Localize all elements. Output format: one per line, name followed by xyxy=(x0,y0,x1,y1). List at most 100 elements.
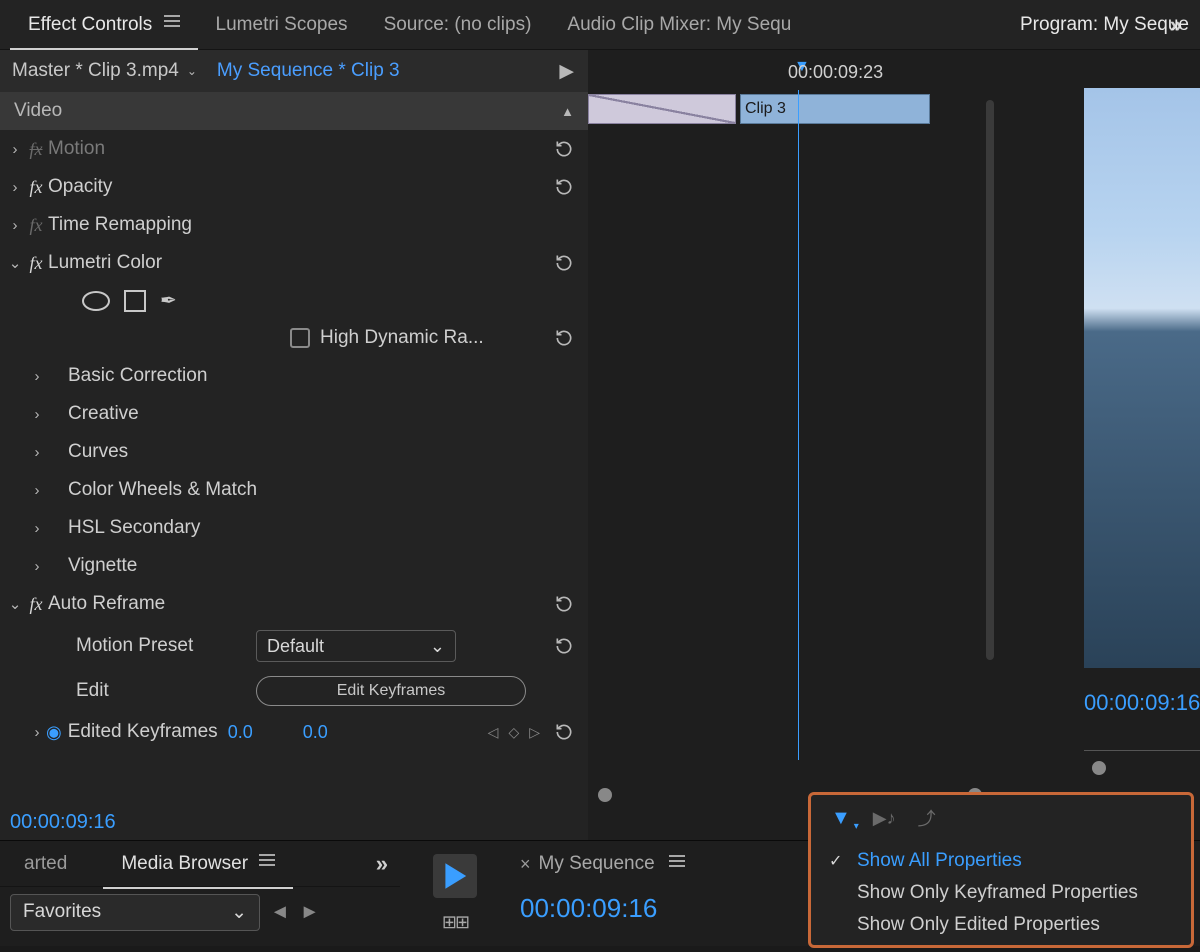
close-icon[interactable]: × xyxy=(520,854,531,875)
expand-icon[interactable]: › xyxy=(28,520,46,537)
stopwatch-icon[interactable]: ◉ xyxy=(46,722,62,743)
lower-tab-row: arted Media Browser » xyxy=(0,841,400,887)
tab-overflow-icon[interactable]: » xyxy=(376,851,388,877)
mask-pen-icon[interactable]: ✒ xyxy=(160,288,177,313)
tab-audio-mixer[interactable]: Audio Clip Mixer: My Sequ xyxy=(549,2,809,48)
clip-bar[interactable]: Clip 3 xyxy=(740,94,930,124)
lumetri-hsl-secondary[interactable]: › HSL Secondary xyxy=(0,509,588,547)
clip-bar-transition[interactable] xyxy=(588,94,736,124)
forward-icon[interactable]: ► xyxy=(300,901,320,924)
tab-program[interactable]: Program: My Seque xyxy=(1020,14,1189,36)
collapse-arrow-icon[interactable]: ▲ xyxy=(561,104,574,119)
reset-icon[interactable] xyxy=(554,139,574,159)
kf-value-x[interactable]: 0.0 xyxy=(228,722,253,743)
selection-tool[interactable] xyxy=(433,854,477,898)
fx-icon[interactable]: fx xyxy=(24,594,48,615)
tab-media-browser[interactable]: Media Browser xyxy=(103,839,293,889)
vertical-scrollbar[interactable] xyxy=(986,100,994,660)
expand-icon[interactable]: › xyxy=(6,217,24,234)
playhead-line[interactable] xyxy=(798,90,799,760)
reset-icon[interactable] xyxy=(554,594,574,614)
collapse-icon[interactable]: ⌄ xyxy=(6,254,24,272)
property-label: Time Remapping xyxy=(48,214,582,236)
checkbox-label: High Dynamic Ra... xyxy=(320,327,582,349)
collapse-icon[interactable]: ⌄ xyxy=(6,595,24,613)
chevron-down-icon[interactable]: ⌄ xyxy=(187,64,197,78)
fx-icon[interactable]: fx xyxy=(24,215,48,236)
motion-preset-row: Motion Preset Default ⌄ xyxy=(0,623,588,669)
video-section-header[interactable]: Video ▲ xyxy=(0,92,588,130)
property-label: Lumetri Color xyxy=(48,252,582,274)
expand-icon[interactable]: › xyxy=(28,482,46,499)
panel-menu-icon[interactable] xyxy=(164,14,180,35)
panel-timecode[interactable]: 00:00:09:16 xyxy=(0,805,588,840)
expand-icon[interactable]: › xyxy=(28,558,46,575)
expand-icon[interactable]: › xyxy=(6,141,24,158)
lumetri-color-wheels[interactable]: › Color Wheels & Match xyxy=(0,471,588,509)
expand-icon[interactable]: › xyxy=(28,444,46,461)
menu-show-edited-properties[interactable]: Show Only Edited Properties xyxy=(823,909,1179,941)
play-icon[interactable]: ▶ xyxy=(559,60,574,83)
kf-value-y[interactable]: 0.0 xyxy=(303,722,328,743)
tab-lumetri-scopes[interactable]: Lumetri Scopes xyxy=(198,2,366,48)
reset-icon[interactable] xyxy=(554,636,574,656)
property-auto-reframe[interactable]: ⌄ fx Auto Reframe xyxy=(0,585,588,623)
lumetri-curves[interactable]: › Curves xyxy=(0,433,588,471)
panel-menu-icon[interactable] xyxy=(669,852,685,876)
lumetri-creative[interactable]: › Creative xyxy=(0,395,588,433)
menu-show-keyframed-properties[interactable]: Show Only Keyframed Properties xyxy=(823,877,1179,909)
property-opacity[interactable]: › fx Opacity xyxy=(0,168,588,206)
hdr-checkbox-row[interactable]: High Dynamic Ra... xyxy=(0,319,588,357)
property-label: Opacity xyxy=(48,176,582,198)
fx-icon[interactable]: fx xyxy=(24,253,48,274)
add-keyframe-icon[interactable]: ◇ xyxy=(508,724,519,741)
reset-icon[interactable] xyxy=(554,328,574,348)
reset-icon[interactable] xyxy=(554,177,574,197)
sequence-panel: × My Sequence 00:00:09:16 xyxy=(510,841,800,946)
edited-keyframes-row[interactable]: › ◉ Edited Keyframes 0.0 0.0 ◁ ◇ ▷ xyxy=(0,713,588,751)
tab-source[interactable]: Source: (no clips) xyxy=(366,2,550,48)
expand-icon[interactable]: › xyxy=(28,724,46,741)
reset-icon[interactable] xyxy=(554,253,574,273)
panel-menu-icon[interactable] xyxy=(259,853,275,874)
program-ruler[interactable] xyxy=(1084,750,1200,770)
sequence-timecode[interactable]: 00:00:09:16 xyxy=(510,887,800,924)
prev-keyframe-icon[interactable]: ◁ xyxy=(488,724,499,741)
play-audio-icon[interactable]: ▶♪ xyxy=(873,808,896,829)
tab-effect-controls[interactable]: Effect Controls xyxy=(10,0,198,50)
lumetri-vignette[interactable]: › Vignette xyxy=(0,547,588,585)
chevron-down-icon: ⌄ xyxy=(430,636,445,657)
master-clip-label[interactable]: Master * Clip 3.mp4 xyxy=(12,60,179,82)
reset-icon[interactable] xyxy=(554,722,574,742)
menu-show-all-properties[interactable]: ✓ Show All Properties xyxy=(823,845,1179,877)
property-motion[interactable]: › fx Motion xyxy=(0,130,588,168)
property-lumetri-color[interactable]: ⌄ fx Lumetri Color xyxy=(0,244,588,282)
fx-icon[interactable]: fx xyxy=(24,177,48,198)
expand-icon[interactable]: › xyxy=(28,368,46,385)
fx-disabled-icon[interactable]: fx xyxy=(24,139,48,160)
mask-rect-icon[interactable] xyxy=(124,290,146,312)
mask-ellipse-icon[interactable] xyxy=(82,291,110,311)
lumetri-basic-correction[interactable]: › Basic Correction xyxy=(0,357,588,395)
back-icon[interactable]: ◄ xyxy=(270,901,290,924)
expand-icon[interactable]: › xyxy=(28,406,46,423)
export-icon[interactable]: ⤴ xyxy=(918,805,936,831)
next-keyframe-icon[interactable]: ▷ xyxy=(529,724,540,741)
sequence-clip-label[interactable]: My Sequence * Clip 3 xyxy=(217,60,400,82)
chevron-down-icon: ⌄ xyxy=(231,901,247,924)
track-insert-icon[interactable]: ⊞⊞ xyxy=(442,912,468,933)
section-label: Video xyxy=(14,100,62,122)
tab-getting-started[interactable]: arted xyxy=(6,841,85,887)
expand-icon[interactable]: › xyxy=(6,179,24,196)
motion-preset-select[interactable]: Default ⌄ xyxy=(256,630,456,662)
ruler-handle[interactable] xyxy=(1092,761,1106,775)
program-timecode[interactable]: 00:00:09:16 xyxy=(1084,690,1200,716)
property-time-remapping[interactable]: › fx Time Remapping xyxy=(0,206,588,244)
funnel-icon[interactable]: ▼ xyxy=(831,807,851,830)
tab-sequence[interactable]: My Sequence xyxy=(539,853,655,875)
favorites-select[interactable]: Favorites ⌄ xyxy=(10,894,260,931)
scrollbar-handle-left[interactable] xyxy=(598,788,612,802)
video-preview[interactable] xyxy=(1084,88,1200,668)
checkbox-icon[interactable] xyxy=(290,328,310,348)
edit-keyframes-button[interactable]: Edit Keyframes xyxy=(256,676,526,706)
